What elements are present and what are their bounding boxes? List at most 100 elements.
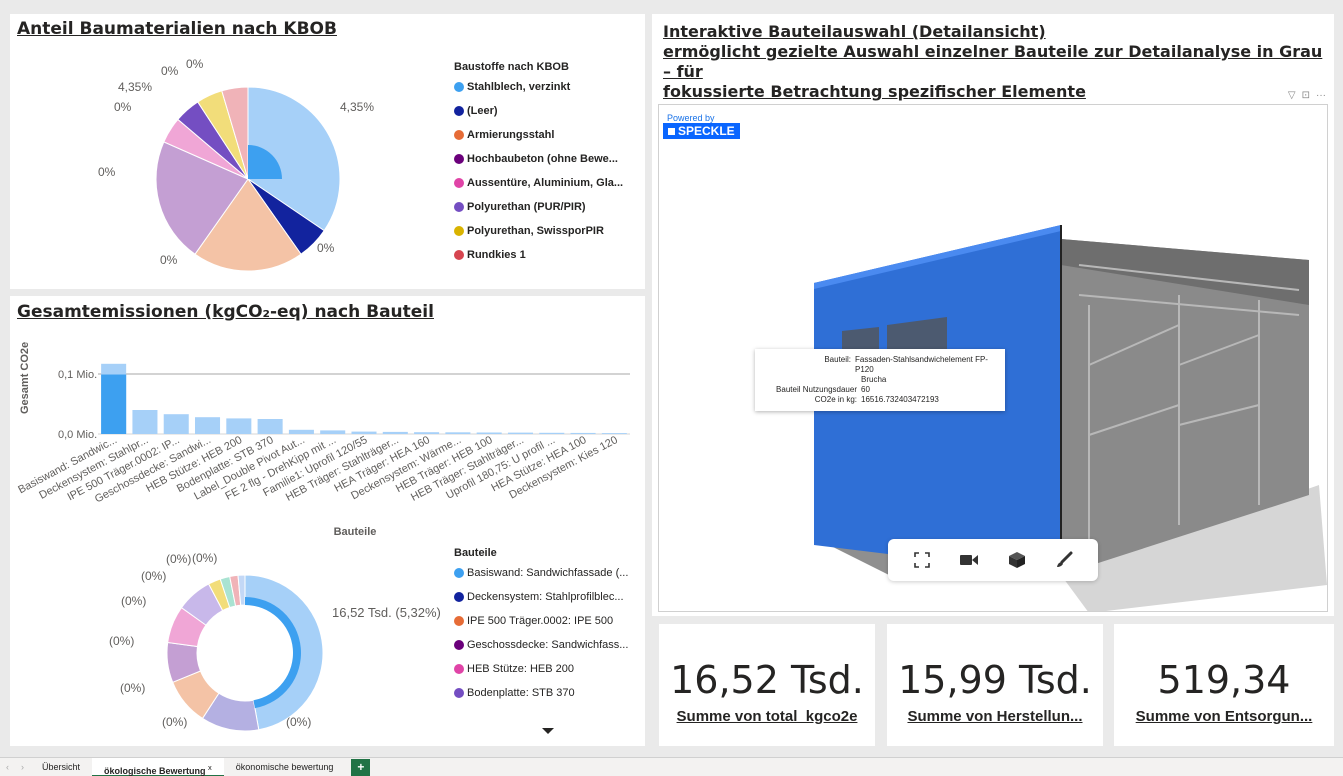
legend-dot <box>454 130 464 140</box>
donut-legend-item[interactable]: IPE 500 Träger.0002: IPE 500 <box>454 615 613 627</box>
legend-label: Hochbaubeton (ohne Bewe... <box>467 153 618 165</box>
bar[interactable] <box>320 430 346 434</box>
bar[interactable] <box>507 432 533 434</box>
y-tick-label: 0,1 Mio. <box>58 369 97 381</box>
donut-legend-item[interactable]: Bodenplatte: STB 370 <box>454 687 575 699</box>
prev-page-icon[interactable]: ‹ <box>0 762 15 772</box>
next-page-icon[interactable]: › <box>15 762 30 772</box>
card-value: 15,99 Tsd. <box>898 658 1092 702</box>
pie-legend-item[interactable]: Rundkies 1 <box>454 249 526 261</box>
pie-label: 0% <box>186 57 204 71</box>
legend-dot <box>454 616 464 626</box>
bar[interactable] <box>132 410 158 434</box>
cube-icon[interactable] <box>999 542 1035 578</box>
bar[interactable] <box>382 431 408 434</box>
pie-legend-title: Baustoffe nach KBOB <box>454 61 569 73</box>
legend-dot <box>454 106 464 116</box>
legend-label: Deckensystem: Stahlprofilblec... <box>467 591 624 603</box>
legend-dot <box>454 592 464 602</box>
donut-label: (0%) <box>141 569 167 583</box>
legend-dot <box>454 178 464 188</box>
speckle-viewer[interactable]: Powered by SPECKLE Bauteil: Fassaden-Sta… <box>658 104 1328 612</box>
card-value: 16,52 Tsd. <box>670 658 864 702</box>
y-axis-label: Gesamt CO2e <box>19 342 31 414</box>
tab-close-icon[interactable]: x <box>208 763 212 772</box>
pie-legend-item[interactable]: (Leer) <box>454 105 498 117</box>
brush-icon[interactable] <box>1046 542 1082 578</box>
bar[interactable] <box>163 414 189 434</box>
viewer-title-line3: fokussierte Betrachtung spezifischer Ele… <box>663 82 1086 101</box>
viewer-toolbar <box>888 539 1098 581</box>
element-tooltip: Bauteil: Fassaden-Stahlsandwichelement FP… <box>755 349 1005 411</box>
viewer-title: Interaktive Bauteilauswahl (Detailansich… <box>663 22 1334 102</box>
bar-title: Gesamtemissionen (kgCO₂-eq) nach Bauteil <box>17 302 434 322</box>
viewer-title-line1: Interaktive Bauteilauswahl (Detailansich… <box>663 22 1046 41</box>
tooltip-value-nutzungsdauer: 60 <box>861 385 870 394</box>
donut-label: (0%) <box>120 681 146 695</box>
bar[interactable] <box>288 429 314 434</box>
emissions-bar-chart[interactable]: 0,1 Mio. 0,0 Mio. Gesamt CO2e Basiswand: Sa… <box>10 336 645 576</box>
donut-legend-item[interactable]: HEB Stütze: HEB 200 <box>454 663 574 675</box>
bar-highlight[interactable] <box>101 374 127 434</box>
expand-icon[interactable] <box>904 542 940 578</box>
bar[interactable] <box>601 433 627 434</box>
pie-legend-item[interactable]: Polyurethan (PUR/PIR) <box>454 201 586 213</box>
y-tick-label: 0,0 Mio. <box>58 429 97 441</box>
legend-label: Aussentüre, Aluminium, Gla... <box>467 177 624 189</box>
legend-label: Rundkies 1 <box>467 249 526 261</box>
pie-label: 4,35% <box>118 80 153 94</box>
legend-dot <box>454 664 464 674</box>
donut-label: (0%) <box>192 551 218 565</box>
donut-label: (0%) <box>166 552 192 566</box>
focus-mode-icon[interactable]: ⊡ <box>1302 90 1310 101</box>
tab-oekonomische-bewertung[interactable]: ökonomische bewertung <box>224 758 346 776</box>
more-options-icon[interactable]: ··· <box>1316 90 1326 101</box>
tab-uebersicht[interactable]: Übersicht <box>30 758 92 776</box>
x-axis-label: Bauteile <box>334 526 377 538</box>
scroll-down-icon[interactable] <box>541 726 555 736</box>
material-pie-chart[interactable] <box>10 34 440 289</box>
donut-label: (0%) <box>162 715 188 729</box>
bar[interactable] <box>226 418 252 434</box>
bar[interactable] <box>195 417 221 434</box>
donut-big-label: 16,52 Tsd. (5,32%) <box>332 605 441 620</box>
bar[interactable] <box>257 419 283 434</box>
bar[interactable] <box>414 432 440 434</box>
legend-dot <box>454 688 464 698</box>
card-entsorgung: 519,34 Summe von Entsorgun... <box>1114 624 1334 746</box>
card-total: 16,52 Tsd. Summe von total_kgco2e <box>659 624 875 746</box>
pie-legend-item[interactable]: Aussentüre, Aluminium, Gla... <box>454 177 623 189</box>
tooltip-key-nutzungsdauer: Bauteil Nutzungsdauer <box>776 385 857 394</box>
add-page-button[interactable]: + <box>351 758 371 776</box>
pie-label: 0% <box>98 165 116 179</box>
filter-icon[interactable]: ▽ <box>1288 90 1296 101</box>
camera-icon[interactable] <box>951 542 987 578</box>
pie-label: 0% <box>317 241 335 255</box>
pie-legend-item[interactable]: Polyurethan, SwissporPIR <box>454 225 604 237</box>
bar[interactable] <box>351 431 377 434</box>
pie-legend-item[interactable]: Hochbaubeton (ohne Bewe... <box>454 153 618 165</box>
legend-dot <box>454 250 464 260</box>
bar[interactable] <box>476 432 502 435</box>
donut-label: (0%) <box>109 634 135 648</box>
donut-label: (0%) <box>286 715 312 729</box>
tab-label: ökologische Bewertung <box>104 765 206 776</box>
legend-dot <box>454 154 464 164</box>
tooltip-value-bauteil: Fassaden-Stahlsandwichelement FP-P120 <box>855 355 988 374</box>
pie-legend-item[interactable]: Armierungsstahl <box>454 129 554 141</box>
bar[interactable] <box>539 432 565 434</box>
pie-panel: Anteil Baumaterialien nach KBOB Baustoff… <box>10 14 645 289</box>
tab-oekologische-bewertung[interactable]: ökologische Bewertung x <box>92 757 224 776</box>
card-label: Summe von total_kgco2e <box>676 708 858 725</box>
legend-label: HEB Stütze: HEB 200 <box>467 663 574 675</box>
bauteile-donut-chart[interactable] <box>10 546 440 746</box>
bar[interactable] <box>445 432 471 434</box>
donut-legend-item[interactable]: Basiswand: Sandwichfassade (... <box>454 567 628 579</box>
bar[interactable] <box>570 432 596 434</box>
card-label: Summe von Entsorgun... <box>1135 708 1313 725</box>
donut-legend-item[interactable]: Deckensystem: Stahlprofilblec... <box>454 591 624 603</box>
pie-legend-item[interactable]: Stahlblech, verzinkt <box>454 81 570 93</box>
bar-panel: Gesamtemissionen (kgCO₂-eq) nach Bauteil… <box>10 296 645 746</box>
donut-legend-item[interactable]: Geschossdecke: Sandwichfass... <box>454 639 628 651</box>
page-tab-bar: ‹ › Übersicht ökologische Bewertung x ök… <box>0 757 1343 776</box>
